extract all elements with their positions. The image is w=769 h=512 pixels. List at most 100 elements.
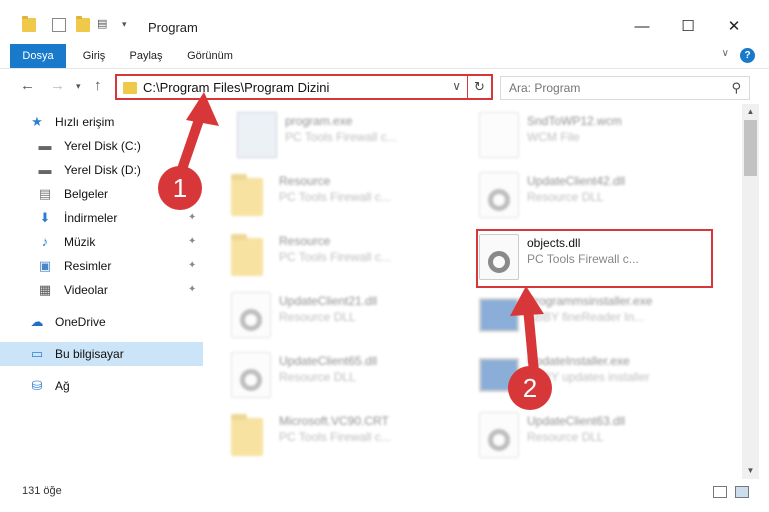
sidebar-item-label: Belgeler [64, 187, 109, 201]
file-desc: WCM File [527, 130, 580, 144]
computer-icon: ▭ [30, 346, 44, 361]
sidebar-item-label: Yerel Disk (D:) [64, 163, 141, 177]
sidebar-item-network[interactable]: ⛁ Ağ [0, 374, 203, 398]
tab-home[interactable]: Giriş [76, 44, 112, 68]
network-icon: ⛁ [31, 378, 43, 393]
file-desc: ABBY fineReader In... [527, 310, 645, 324]
folder-icon [231, 234, 263, 276]
file-item[interactable]: program.exe PC Tools Firewall c... [237, 108, 477, 164]
vertical-scrollbar[interactable]: ▲ ▼ [742, 104, 759, 479]
dll-icon [231, 352, 271, 398]
pin-icon[interactable]: ✦ [188, 254, 196, 278]
star-icon: ★ [31, 114, 43, 129]
pictures-icon: ▣ [38, 258, 52, 273]
file-icon [479, 112, 519, 158]
installer-icon [479, 298, 519, 332]
address-path[interactable]: C:\Program Files\Program Dizini [143, 80, 329, 95]
sidebar-item-this-pc[interactable]: ▭ Bu bilgisayar [0, 342, 203, 366]
file-name: Programmsinstaller.exe [527, 294, 653, 308]
ribbon: Dosya Giriş Paylaş Görünüm ∨ ? [0, 42, 769, 68]
step-2-badge: 2 [508, 366, 552, 410]
back-icon[interactable]: ← [20, 77, 35, 94]
file-item[interactable]: UpdateClient42.dll Resource DLL [479, 168, 719, 224]
recent-locations-icon[interactable]: ▾ [76, 81, 81, 92]
file-desc: Resource DLL [279, 370, 356, 384]
sidebar-item-label: Videolar [64, 283, 108, 297]
sidebar-item-label: Resimler [64, 259, 112, 273]
search-icon[interactable]: ⚲ [731, 80, 741, 96]
sidebar-item-pictures[interactable]: ▣ Resimler ✦ [0, 254, 203, 278]
file-desc: PC Tools Firewall c... [279, 430, 391, 444]
sidebar-item-videos[interactable]: ▦ Videolar ✦ [0, 278, 203, 302]
close-button[interactable]: ✕ [714, 14, 754, 40]
sidebar-item-quick-access[interactable]: ★ Hızlı erişim [0, 110, 203, 134]
refresh-icon[interactable]: ↻ [467, 76, 491, 98]
file-name: UpdateClient63.dll [527, 414, 626, 428]
folder-item[interactable]: Resource PC Tools Firewall c... [231, 168, 471, 224]
search-input[interactable] [509, 80, 709, 96]
file-item[interactable]: Programmsinstaller.exe ABBY fineReader I… [479, 288, 719, 344]
file-item[interactable]: SndToWP12.wcm WCM File [479, 108, 719, 164]
minimize-button[interactable]: — [622, 14, 662, 40]
sidebar-item-label: Yerel Disk (C:) [64, 139, 141, 153]
file-item[interactable]: UpdateClient65.dll Resource DLL [231, 348, 471, 404]
large-icons-view-icon[interactable] [735, 486, 749, 498]
pin-icon[interactable]: ✦ [188, 230, 196, 254]
properties-icon[interactable] [52, 18, 66, 32]
sidebar-item-label: Ağ [55, 379, 70, 393]
window-title: Program [148, 20, 198, 35]
tab-file[interactable]: Dosya [10, 44, 66, 68]
item-count: 131 öğe [22, 485, 62, 497]
file-name: Microsoft.VC90.CRT [279, 414, 389, 428]
folder-item[interactable]: Microsoft.VC90.CRT PC Tools Firewall c..… [231, 408, 471, 464]
pin-icon[interactable]: ✦ [188, 278, 196, 302]
dll-icon [479, 412, 519, 458]
file-desc: Resource DLL [527, 430, 604, 444]
search-box[interactable]: ⚲ [500, 76, 750, 100]
sidebar-item-downloads[interactable]: ⬇ İndirmeler ✦ [0, 206, 203, 230]
title-bar: ▤ ▾ Program — ☐ ✕ [0, 0, 769, 42]
file-name: SndToWP12.wcm [527, 114, 622, 128]
file-item[interactable]: UpdateClient63.dll Resource DLL [479, 408, 719, 464]
file-item[interactable]: UpdateClient21.dll Resource DLL [231, 288, 471, 344]
scroll-thumb[interactable] [744, 120, 757, 176]
tab-view[interactable]: Görünüm [182, 44, 238, 68]
music-icon: ♪ [41, 234, 49, 249]
chevron-down-icon[interactable]: ∨ [452, 79, 461, 93]
sidebar-item-onedrive[interactable]: ☁ OneDrive [0, 310, 203, 334]
address-row: ← → ▾ ↑ C:\Program Files\Program Dizini … [0, 68, 769, 104]
drive-icon: ▬ [38, 138, 52, 153]
folder-item[interactable]: Resource PC Tools Firewall c... [231, 228, 471, 284]
navigation-pane: ★ Hızlı erişim ▬ Yerel Disk (C:) ▬ Yerel… [0, 104, 205, 479]
file-name: UpdateClient65.dll [279, 354, 378, 368]
dll-icon [479, 172, 519, 218]
video-icon: ▦ [38, 282, 52, 297]
scroll-down-icon[interactable]: ▼ [742, 463, 759, 479]
details-view-icon[interactable] [713, 486, 727, 498]
up-icon[interactable]: ↑ [94, 77, 102, 94]
folder-icon [22, 16, 36, 32]
file-name: Resource [279, 234, 331, 248]
forward-icon[interactable]: → [50, 77, 65, 94]
address-bar[interactable]: C:\Program Files\Program Dizini ∨ ↻ [115, 74, 493, 100]
file-desc: Resource DLL [527, 190, 604, 204]
file-desc: PC Tools Firewall c... [279, 190, 391, 204]
file-desc: Resource DLL [279, 310, 356, 324]
folder-icon [123, 82, 137, 94]
scroll-up-icon[interactable]: ▲ [742, 104, 759, 120]
sidebar-item-music[interactable]: ♪ Müzik ✦ [0, 230, 203, 254]
sidebar-item-disk-c[interactable]: ▬ Yerel Disk (C:) [0, 134, 203, 158]
new-folder-icon[interactable] [76, 16, 90, 32]
tab-share[interactable]: Paylaş [124, 44, 168, 68]
file-desc: PC Tools Firewall c... [285, 130, 397, 144]
pin-icon[interactable]: ✦ [188, 206, 196, 230]
sidebar-item-label: Bu bilgisayar [55, 347, 124, 361]
maximize-button[interactable]: ☐ [668, 14, 708, 40]
help-icon[interactable]: ? [740, 48, 755, 63]
file-name: UpdateClient42.dll [527, 174, 626, 188]
sidebar-item-label: OneDrive [55, 315, 106, 329]
expand-ribbon-icon[interactable]: ∨ [722, 48, 729, 59]
dll-icon [231, 292, 271, 338]
customize-toolbar-icon[interactable]: ▾ [122, 19, 136, 33]
view-menu-icon[interactable]: ▤ [97, 17, 111, 31]
